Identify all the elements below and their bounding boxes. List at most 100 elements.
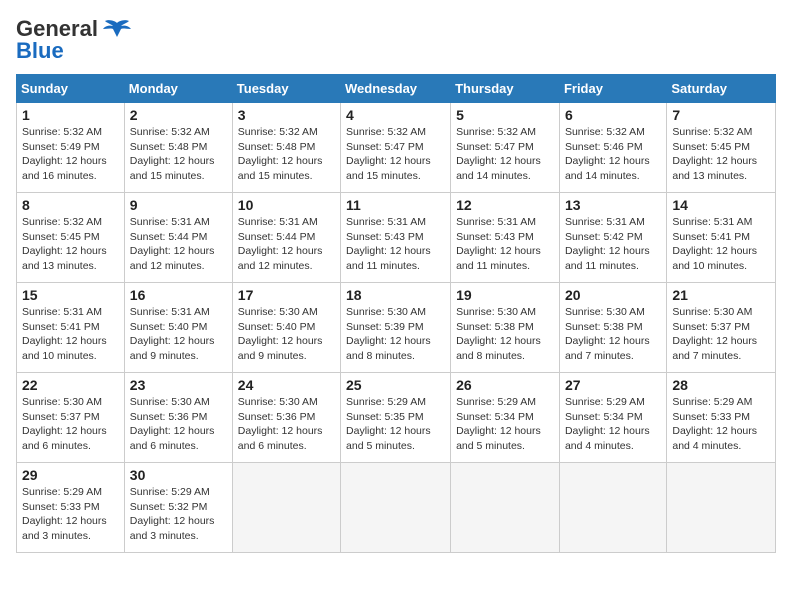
day-number: 17: [238, 287, 335, 303]
calendar-cell-empty: [341, 463, 451, 553]
day-info: Sunrise: 5:30 AMSunset: 5:36 PMDaylight:…: [238, 395, 335, 454]
day-number: 6: [565, 107, 661, 123]
day-number: 20: [565, 287, 661, 303]
day-number: 2: [130, 107, 227, 123]
calendar-cell-day-6: 6 Sunrise: 5:32 AMSunset: 5:46 PMDaylight…: [559, 103, 666, 193]
day-info: Sunrise: 5:29 AMSunset: 5:34 PMDaylight:…: [456, 395, 554, 454]
day-info: Sunrise: 5:32 AMSunset: 5:47 PMDaylight:…: [456, 125, 554, 184]
calendar-week-5: 29 Sunrise: 5:29 AMSunset: 5:33 PMDayligh…: [17, 463, 776, 553]
day-info: Sunrise: 5:32 AMSunset: 5:45 PMDaylight:…: [672, 125, 770, 184]
day-info: Sunrise: 5:29 AMSunset: 5:33 PMDaylight:…: [22, 485, 119, 544]
calendar-cell-day-10: 10Sunrise: 5:31 AMSunset: 5:44 PMDayligh…: [232, 193, 340, 283]
day-info: Sunrise: 5:32 AMSunset: 5:48 PMDaylight:…: [238, 125, 335, 184]
logo: General Blue: [16, 16, 131, 64]
day-info: Sunrise: 5:31 AMSunset: 5:43 PMDaylight:…: [456, 215, 554, 274]
day-number: 18: [346, 287, 445, 303]
day-info: Sunrise: 5:29 AMSunset: 5:34 PMDaylight:…: [565, 395, 661, 454]
calendar-cell-day-24: 24 Sunrise: 5:30 AMSunset: 5:36 PMDayligh…: [232, 373, 340, 463]
day-info: Sunrise: 5:32 AMSunset: 5:45 PMDaylight:…: [22, 215, 119, 274]
calendar-cell-day-5: 5 Sunrise: 5:32 AMSunset: 5:47 PMDaylight…: [451, 103, 560, 193]
day-info: Sunrise: 5:31 AMSunset: 5:40 PMDaylight:…: [130, 305, 227, 364]
calendar-cell-day-9: 9 Sunrise: 5:31 AMSunset: 5:44 PMDaylight…: [124, 193, 232, 283]
day-number: 7: [672, 107, 770, 123]
day-number: 22: [22, 377, 119, 393]
calendar-cell-day-15: 15 Sunrise: 5:31 AMSunset: 5:41 PMDayligh…: [17, 283, 125, 373]
day-number: 15: [22, 287, 119, 303]
day-number: 8: [22, 197, 119, 213]
day-info: Sunrise: 5:30 AMSunset: 5:39 PMDaylight:…: [346, 305, 445, 364]
calendar-header-sunday: Sunday: [17, 75, 125, 103]
day-number: 13: [565, 197, 661, 213]
day-info: Sunrise: 5:30 AMSunset: 5:36 PMDaylight:…: [130, 395, 227, 454]
calendar-cell-day-3: 3 Sunrise: 5:32 AMSunset: 5:48 PMDaylight…: [232, 103, 340, 193]
day-number: 3: [238, 107, 335, 123]
calendar-cell-day-19: 19 Sunrise: 5:30 AMSunset: 5:38 PMDayligh…: [451, 283, 560, 373]
calendar-week-2: 8 Sunrise: 5:32 AMSunset: 5:45 PMDaylight…: [17, 193, 776, 283]
calendar-week-1: 1 Sunrise: 5:32 AMSunset: 5:49 PMDaylight…: [17, 103, 776, 193]
calendar-cell-day-16: 16 Sunrise: 5:31 AMSunset: 5:40 PMDayligh…: [124, 283, 232, 373]
calendar-cell-day-14: 14 Sunrise: 5:31 AMSunset: 5:41 PMDayligh…: [667, 193, 776, 283]
calendar-cell-day-27: 27 Sunrise: 5:29 AMSunset: 5:34 PMDayligh…: [559, 373, 666, 463]
day-info: Sunrise: 5:32 AMSunset: 5:46 PMDaylight:…: [565, 125, 661, 184]
calendar-cell-day-25: 25Sunrise: 5:29 AMSunset: 5:35 PMDayligh…: [341, 373, 451, 463]
calendar-week-4: 22 Sunrise: 5:30 AMSunset: 5:37 PMDayligh…: [17, 373, 776, 463]
day-info: Sunrise: 5:29 AMSunset: 5:32 PMDaylight:…: [130, 485, 227, 544]
day-number: 10: [238, 197, 335, 213]
calendar-header-tuesday: Tuesday: [232, 75, 340, 103]
calendar-cell-day-18: 18 Sunrise: 5:30 AMSunset: 5:39 PMDayligh…: [341, 283, 451, 373]
day-number: 28: [672, 377, 770, 393]
calendar-cell-day-22: 22 Sunrise: 5:30 AMSunset: 5:37 PMDayligh…: [17, 373, 125, 463]
day-number: 29: [22, 467, 119, 483]
day-info: Sunrise: 5:31 AMSunset: 5:43 PMDaylight:…: [346, 215, 445, 274]
day-info: Sunrise: 5:30 AMSunset: 5:38 PMDaylight:…: [456, 305, 554, 364]
calendar-week-3: 15 Sunrise: 5:31 AMSunset: 5:41 PMDayligh…: [17, 283, 776, 373]
day-number: 4: [346, 107, 445, 123]
day-number: 9: [130, 197, 227, 213]
day-number: 30: [130, 467, 227, 483]
calendar-header-monday: Monday: [124, 75, 232, 103]
day-number: 24: [238, 377, 335, 393]
day-number: 23: [130, 377, 227, 393]
calendar-cell-day-29: 29 Sunrise: 5:29 AMSunset: 5:33 PMDayligh…: [17, 463, 125, 553]
calendar-cell-day-7: 7 Sunrise: 5:32 AMSunset: 5:45 PMDaylight…: [667, 103, 776, 193]
day-info: Sunrise: 5:29 AMSunset: 5:33 PMDaylight:…: [672, 395, 770, 454]
logo-bird-icon: [103, 19, 131, 39]
calendar-cell-day-23: 23 Sunrise: 5:30 AMSunset: 5:36 PMDayligh…: [124, 373, 232, 463]
day-info: Sunrise: 5:32 AMSunset: 5:47 PMDaylight:…: [346, 125, 445, 184]
calendar-cell-day-28: 28 Sunrise: 5:29 AMSunset: 5:33 PMDayligh…: [667, 373, 776, 463]
calendar-cell-day-26: 26 Sunrise: 5:29 AMSunset: 5:34 PMDayligh…: [451, 373, 560, 463]
day-number: 26: [456, 377, 554, 393]
calendar-cell-empty: [232, 463, 340, 553]
calendar-cell-empty: [559, 463, 666, 553]
day-info: Sunrise: 5:32 AMSunset: 5:49 PMDaylight:…: [22, 125, 119, 184]
header: General Blue: [16, 16, 776, 64]
calendar-cell-day-2: 2Sunrise: 5:32 AMSunset: 5:48 PMDaylight…: [124, 103, 232, 193]
day-number: 11: [346, 197, 445, 213]
calendar-header-friday: Friday: [559, 75, 666, 103]
day-info: Sunrise: 5:30 AMSunset: 5:37 PMDaylight:…: [672, 305, 770, 364]
calendar-cell-day-21: 21Sunrise: 5:30 AMSunset: 5:37 PMDayligh…: [667, 283, 776, 373]
day-info: Sunrise: 5:31 AMSunset: 5:41 PMDaylight:…: [672, 215, 770, 274]
calendar-cell-day-17: 17 Sunrise: 5:30 AMSunset: 5:40 PMDayligh…: [232, 283, 340, 373]
day-number: 19: [456, 287, 554, 303]
day-number: 25: [346, 377, 445, 393]
day-number: 27: [565, 377, 661, 393]
day-info: Sunrise: 5:30 AMSunset: 5:37 PMDaylight:…: [22, 395, 119, 454]
calendar-cell-day-20: 20Sunrise: 5:30 AMSunset: 5:38 PMDayligh…: [559, 283, 666, 373]
day-number: 16: [130, 287, 227, 303]
day-number: 5: [456, 107, 554, 123]
day-info: Sunrise: 5:30 AMSunset: 5:40 PMDaylight:…: [238, 305, 335, 364]
logo-text-blue: Blue: [16, 38, 64, 64]
calendar-cell-day-30: 30 Sunrise: 5:29 AMSunset: 5:32 PMDayligh…: [124, 463, 232, 553]
calendar-cell-empty: [667, 463, 776, 553]
calendar-header-thursday: Thursday: [451, 75, 560, 103]
calendar-cell-day-12: 12 Sunrise: 5:31 AMSunset: 5:43 PMDayligh…: [451, 193, 560, 283]
day-info: Sunrise: 5:31 AMSunset: 5:41 PMDaylight:…: [22, 305, 119, 364]
day-number: 12: [456, 197, 554, 213]
calendar-cell-day-1: 1 Sunrise: 5:32 AMSunset: 5:49 PMDaylight…: [17, 103, 125, 193]
calendar-header-wednesday: Wednesday: [341, 75, 451, 103]
day-number: 1: [22, 107, 119, 123]
day-number: 14: [672, 197, 770, 213]
calendar-cell-day-11: 11 Sunrise: 5:31 AMSunset: 5:43 PMDayligh…: [341, 193, 451, 283]
day-info: Sunrise: 5:31 AMSunset: 5:44 PMDaylight:…: [130, 215, 227, 274]
